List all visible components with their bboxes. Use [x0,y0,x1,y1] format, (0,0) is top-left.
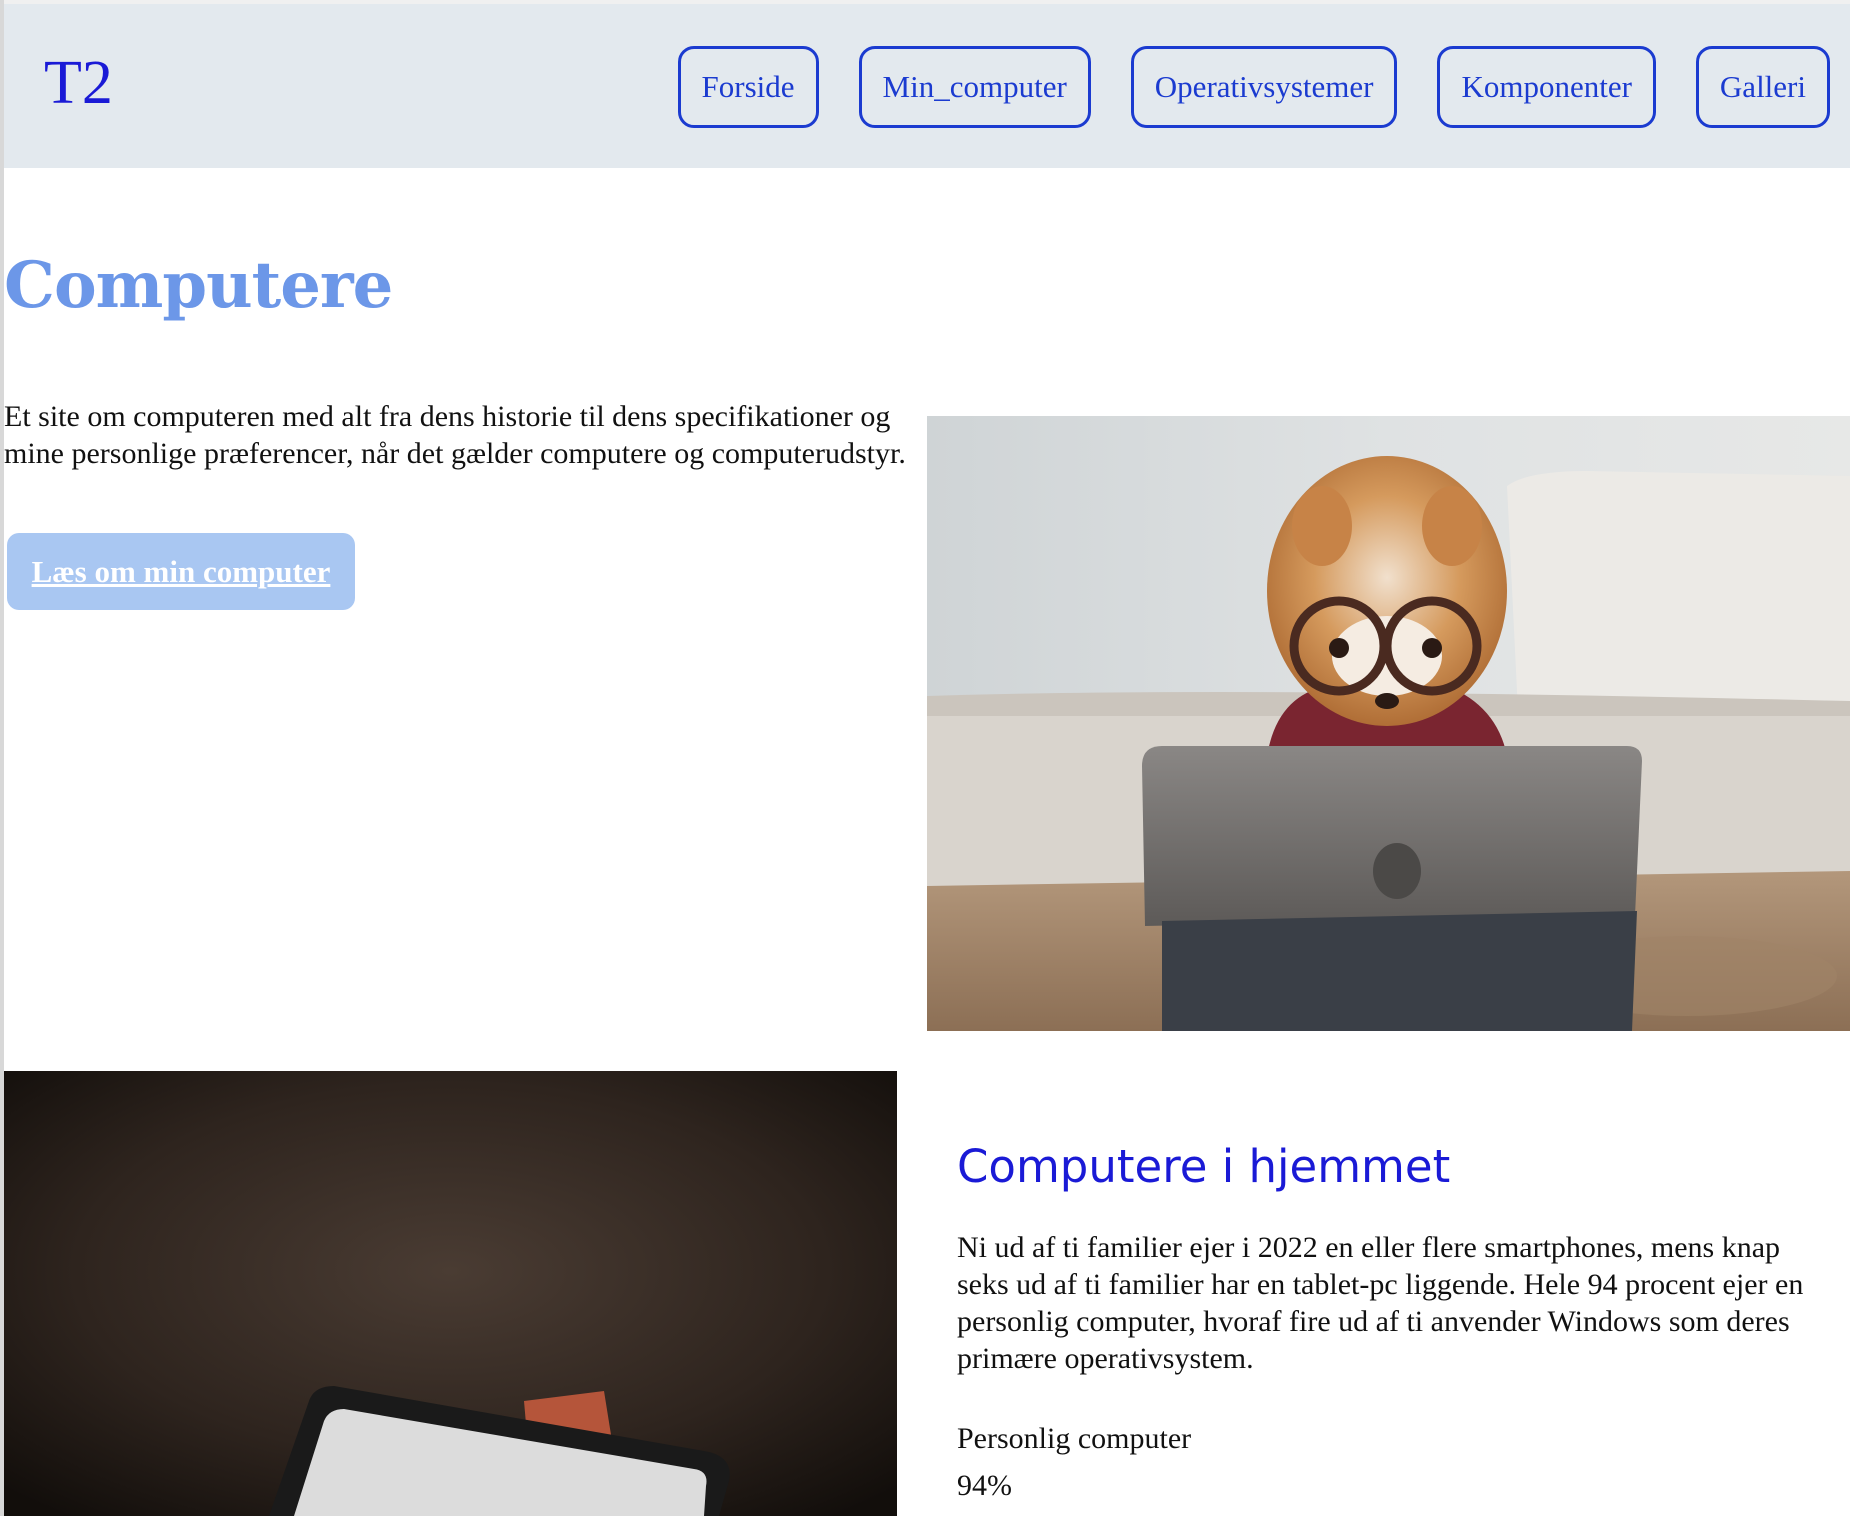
intro-text: Et site om computeren med alt fra dens h… [4,400,906,470]
main-nav: Forside Min_computer Operativsystemer Ko… [677,46,1830,128]
tablet-on-fabric-image [4,1071,897,1516]
nav-komponenter[interactable]: Komponenter [1437,46,1656,128]
section-text: Ni ud af ti familier ejer i 2022 en elle… [957,1231,1804,1375]
nav-galleri[interactable]: Galleri [1695,46,1830,128]
stat-label: Personlig computer [957,1422,1192,1455]
site-header: T2 Forside Min_computer Operativsystemer… [4,0,1850,168]
nav-forside[interactable]: Forside [677,46,819,128]
nav-min-computer[interactable]: Min_computer [858,46,1091,128]
dog-with-tablet-image [927,416,1850,1031]
stat-value: 94% [957,1469,1012,1502]
read-my-computer-button[interactable]: Læs om min computer [7,533,355,610]
site-logo[interactable]: T2 [44,52,113,114]
nav-operativsystemer[interactable]: Operativsystemer [1130,46,1398,128]
page-title: Computere [4,248,393,323]
section-title: Computere i hjemmet [957,1140,1451,1193]
